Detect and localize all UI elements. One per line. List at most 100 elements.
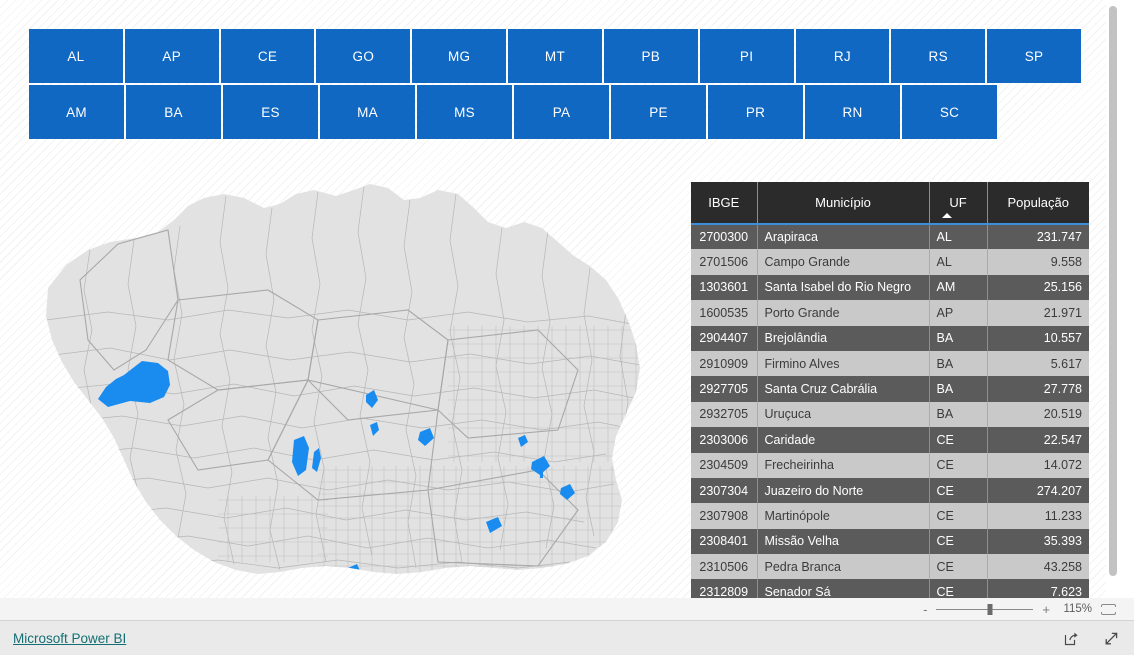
slicer-tile-sp[interactable]: SP [987,29,1081,83]
slicer-tile-pi[interactable]: PI [699,29,794,83]
zoom-slider-thumb[interactable] [987,603,993,615]
cell-uf: CE [929,554,988,580]
cell-ibge: 2700300 [691,224,758,250]
slicer-tile-es[interactable]: ES [223,85,318,139]
municipios-table[interactable]: IBGE Município UF População 2700300 Arapi… [691,182,1089,598]
cell-ibge: 2308401 [691,528,758,555]
cell-uf: CE [929,503,988,529]
cell-uf: AL [929,224,988,250]
cell-populacao: 25.156 [987,274,1089,301]
table-row[interactable]: 1600535 Porto Grande AP 21.971 [691,300,1089,326]
cell-ibge: 2932705 [691,401,758,428]
page-scrollbar-thumb[interactable] [1109,6,1117,576]
column-header-ibge[interactable]: IBGE [691,182,758,224]
cell-ibge: 2304509 [691,452,758,478]
table-row[interactable]: 2310506 Pedra Branca CE 43.258 [691,554,1089,580]
slicer-tile-am[interactable]: AM [29,85,124,139]
column-header-municipio[interactable]: Município [757,182,930,224]
cell-populacao: 11.233 [987,503,1089,529]
cell-populacao: 7.623 [987,579,1089,598]
column-header-populacao[interactable]: População [987,182,1089,224]
cell-ibge: 2701506 [691,249,758,275]
cell-municipio: Senador Sá [757,579,930,598]
expand-fullscreen-icon[interactable] [1103,630,1120,647]
slicer-tile-ba[interactable]: BA [126,85,221,139]
table-row[interactable]: 2927705 Santa Cruz Cabrália BA 27.778 [691,376,1089,402]
fit-to-page-icon[interactable] [1101,603,1116,615]
table-row[interactable]: 2303006 Caridade CE 22.547 [691,427,1089,453]
report-canvas: AL AP CE GO MG MT PB PI RJ RS SP AM BA ES MA MS PA PE PR R… [0,0,1120,598]
table-row[interactable]: 1303601 Santa Isabel do Rio Negro AM 25.156 [691,274,1089,301]
page-scrollbar[interactable] [1106,0,1120,598]
zoom-level-label: 115% [1063,603,1092,615]
cell-ibge: 1600535 [691,300,758,326]
map-svg[interactable] [18,170,668,595]
table-row[interactable]: 2932705 Uruçuca BA 20.519 [691,401,1089,428]
cell-municipio: Uruçuca [757,401,930,428]
table-row[interactable]: 2307908 Martinópole CE 11.233 [691,503,1089,529]
cell-municipio: Firmino Alves [757,350,930,377]
cell-ibge: 2307908 [691,503,758,529]
column-header-uf[interactable]: UF [929,182,988,224]
table-row[interactable]: 2701506 Campo Grande AL 9.558 [691,249,1089,275]
slicer-tile-sc[interactable]: SC [902,85,997,139]
share-icon[interactable] [1063,630,1080,647]
cell-populacao: 9.558 [987,249,1089,275]
slicer-tile-ma[interactable]: MA [320,85,415,139]
cell-populacao: 274.207 [987,477,1089,504]
slicer-tile-rn[interactable]: RN [805,85,900,139]
table-row[interactable]: 2308401 Missão Velha CE 35.393 [691,528,1089,555]
table-row[interactable]: 2307304 Juazeiro do Norte CE 274.207 [691,477,1089,504]
cell-ibge: 2910909 [691,350,758,377]
zoom-slider[interactable] [936,603,1034,615]
slicer-tile-pa[interactable]: PA [514,85,609,139]
cell-populacao: 14.072 [987,452,1089,478]
slicer-tile-ap[interactable]: AP [124,29,219,83]
municipios-table-grid[interactable]: IBGE Município UF População 2700300 Arapi… [691,182,1089,598]
slicer-tile-go[interactable]: GO [316,29,411,83]
table-row[interactable]: 2904407 Brejolândia BA 10.557 [691,325,1089,351]
slicer-tile-mt[interactable]: MT [508,29,602,83]
table-row[interactable]: 2304509 Frecheirinha CE 14.072 [691,452,1089,478]
microsoft-power-bi-link[interactable]: Microsoft Power BI [13,631,126,646]
cell-populacao: 43.258 [987,554,1089,580]
slicer-tile-ms[interactable]: MS [417,85,512,139]
cell-municipio: Porto Grande [757,300,930,326]
cell-populacao: 5.617 [987,350,1089,377]
zoom-in-button[interactable]: + [1042,603,1050,616]
table-header: IBGE Município UF População [691,182,1089,224]
cell-municipio: Juazeiro do Norte [757,477,930,504]
cell-municipio: Santa Isabel do Rio Negro [757,274,930,301]
slicer-tile-pe[interactable]: PE [611,85,706,139]
cell-municipio: Arapiraca [757,224,930,250]
cell-municipio: Campo Grande [757,249,930,275]
cell-uf: CE [929,427,988,453]
table-header-row: IBGE Município UF População [691,182,1089,224]
cell-populacao: 27.778 [987,376,1089,402]
cell-uf: BA [929,325,988,351]
slicer-tile-ce[interactable]: CE [220,29,315,83]
cell-populacao: 35.393 [987,528,1089,555]
cell-populacao: 10.557 [987,325,1089,351]
zoom-status-bar: - + 115% [0,598,1134,620]
cell-uf: BA [929,350,988,377]
uf-slicer-row-2: AM BA ES MA MS PA PE PR RN SC [29,85,1081,139]
cell-uf: CE [929,452,988,478]
cell-ibge: 1303601 [691,274,758,301]
slicer-tile-pr[interactable]: PR [708,85,803,139]
slicer-tile-rs[interactable]: RS [891,29,986,83]
column-header-uf-label: UF [949,195,967,210]
cell-populacao: 21.971 [987,300,1089,326]
map-base-layer [46,184,640,574]
brazil-municipality-map[interactable] [18,170,668,595]
zoom-out-button[interactable]: - [923,603,927,616]
slicer-tile-al[interactable]: AL [29,29,123,83]
table-row[interactable]: 2312809 Senador Sá CE 7.623 [691,579,1089,598]
table-row[interactable]: 2910909 Firmino Alves BA 5.617 [691,350,1089,377]
slicer-tile-pb[interactable]: PB [603,29,698,83]
cell-uf: CE [929,528,988,555]
cell-municipio: Brejolândia [757,325,930,351]
slicer-tile-rj[interactable]: RJ [795,29,890,83]
slicer-tile-mg[interactable]: MG [412,29,507,83]
table-row[interactable]: 2700300 Arapiraca AL 231.747 [691,224,1089,250]
